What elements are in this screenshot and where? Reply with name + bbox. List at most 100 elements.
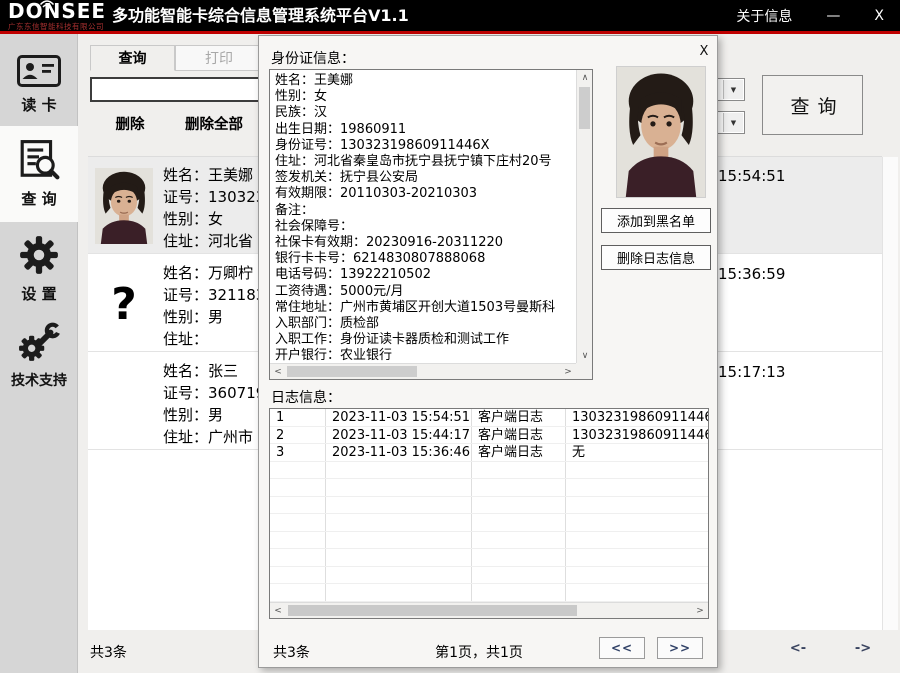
list-scrollbar[interactable] [882,157,898,630]
sidebar-item-tech-support[interactable]: 技术支持 [0,312,78,398]
id-line: 银行卡卡号：6214830807888068 [275,251,575,267]
brand-logo-text: DONSEE [8,1,118,21]
id-line: 常住地址：广州市黄埔区开创大道1503号曼斯科 [275,300,575,316]
tab-query[interactable]: 查询 [90,45,175,71]
id-line: 身份证号：13032319860911446X [275,138,575,154]
id-line: 工资待遇：5000元/月 [275,284,575,300]
query-button[interactable]: 查询 [762,75,863,135]
delete-log-button[interactable]: 删除日志信息 [601,245,711,270]
scrollbar-thumb[interactable] [579,87,590,129]
log-empty-row [270,497,708,515]
page-indicator: 第1页，共1页 [409,642,549,662]
scrollbar-thumb[interactable] [288,605,577,616]
id-line: 姓名：王美娜 [275,73,575,89]
id-photo [95,168,153,244]
delete-button[interactable]: 删除 [100,110,160,136]
log-empty-row [270,584,708,602]
next-page-button[interactable]: -> [845,638,881,658]
record-count-status: 共3条 [90,642,127,662]
log-cell-card-id: 13032319860911446X [566,409,708,426]
delete-all-button[interactable]: 删除全部 [168,110,260,136]
sidebar-item-label: 查 询 [21,188,56,209]
log-row[interactable]: 3 2023-11-03 15:36:46 客户端日志 无 [270,444,708,462]
field-label: 住址： [163,330,208,348]
titlebar: DONSEE 广东东信智能科技有限公司 多功能智能卡综合信息管理系统平台V1.1… [0,0,900,31]
window-close-button[interactable]: X [874,8,884,24]
id-line: 社会保障号： [275,219,575,235]
record-gender: 男 [208,406,223,424]
record-fields: 姓名：万卿柠 证号：321183 性别：男 住址： [163,262,265,350]
log-prev-page-button[interactable]: << [599,637,645,659]
record-name: 万卿柠 [208,264,253,282]
log-cell-time: 2023-11-03 15:44:17 [326,427,472,444]
id-line: 开户银行：农业银行 [275,348,575,362]
add-to-blacklist-button[interactable]: 添加到黑名单 [601,208,711,233]
id-line: 社保卡有效期：20230916-20311220 [275,235,575,251]
field-label: 证号： [163,188,208,206]
scroll-right-icon[interactable]: > [692,603,708,618]
dialog-close-button[interactable]: X [695,42,713,60]
field-label: 性别： [163,308,208,326]
id-line: 电话号码：13922210502 [275,267,575,283]
scroll-left-icon[interactable]: < [270,603,286,618]
log-section-label: 日志信息： [271,387,341,407]
sidebar: 读 卡 查 询 [0,34,78,673]
record-fields: 姓名：张三 证号：360719 性别：男 住址：广州市 [163,360,265,448]
scroll-down-icon[interactable]: ∨ [577,348,593,363]
tab-print[interactable]: 打印 [175,45,263,71]
scroll-up-icon[interactable]: ∧ [577,70,593,85]
log-cell-card-id: 无 [566,444,708,461]
about-menu[interactable]: 关于信息 [736,6,792,26]
app-window: DONSEE 广东东信智能科技有限公司 多功能智能卡综合信息管理系统平台V1.1… [0,0,900,673]
log-cell-time: 2023-11-03 15:54:51 [326,409,472,426]
settings-gear-icon [18,234,60,276]
tech-support-icon [18,321,60,363]
record-address: 河北省 [208,232,253,250]
horizontal-scrollbar[interactable]: < > [270,363,576,379]
record-read-time: 15:54:51 [718,167,785,185]
sidebar-item-label: 读 卡 [21,94,56,115]
log-empty-row [270,532,708,550]
record-address: 广州市 [208,428,253,446]
sidebar-item-read-card[interactable]: 读 卡 [0,44,78,126]
minimize-button[interactable]: — [826,8,840,24]
log-empty-row [270,567,708,585]
log-cell-type: 客户端日志 [472,409,566,426]
field-label: 证号： [163,286,208,304]
log-cell-time: 2023-11-03 15:36:46 [326,444,472,461]
app-title: 多功能智能卡综合信息管理系统平台V1.1 [112,0,409,31]
id-info-text: 姓名：王美娜 性别：女 民族：汉 出生日期：19860911 身份证号：1303… [275,73,575,362]
log-empty-row [270,462,708,480]
log-cell-type: 客户端日志 [472,427,566,444]
log-cell-no: 2 [270,427,326,444]
sidebar-item-query[interactable]: 查 询 [0,126,78,222]
record-read-time: 15:17:13 [718,363,785,381]
prev-page-button[interactable]: <- [780,638,816,658]
log-count-status: 共3条 [273,642,310,662]
sidebar-item-settings[interactable]: 设 置 [0,226,78,312]
chevron-down-icon: ▼ [723,113,743,132]
tab-label: 打印 [205,48,233,68]
card-reader-icon [17,55,61,87]
id-info-textarea[interactable]: 姓名：王美娜 性别：女 民族：汉 出生日期：19860911 身份证号：1303… [269,69,593,380]
scroll-left-icon[interactable]: < [270,364,286,379]
id-line: 备注： [275,203,575,219]
sidebar-item-label: 技术支持 [11,370,67,390]
field-label: 性别： [163,406,208,424]
log-next-page-button[interactable]: >> [657,637,703,659]
log-table: 1 2023-11-03 15:54:51 客户端日志 130323198609… [269,408,709,619]
id-line: 民族：汉 [275,105,575,121]
scrollbar-thumb[interactable] [287,366,417,377]
scroll-right-icon[interactable]: > [560,364,576,379]
tab-label: 查询 [119,48,147,68]
vertical-scrollbar[interactable]: ∧ ∨ [576,70,592,363]
id-line: 有效期限：20110303-20210303 [275,186,575,202]
log-empty-row [270,479,708,497]
log-row[interactable]: 1 2023-11-03 15:54:51 客户端日志 130323198609… [270,409,708,427]
field-label: 住址： [163,232,208,250]
id-info-dialog: X 身份证信息： 姓名：王美娜 性别：女 民族：汉 出生日期：19860911 … [258,35,718,668]
log-cell-no: 1 [270,409,326,426]
log-horizontal-scrollbar[interactable]: < > [270,602,708,618]
record-name: 张三 [208,362,238,380]
log-row[interactable]: 2 2023-11-03 15:44:17 客户端日志 130323198609… [270,427,708,445]
